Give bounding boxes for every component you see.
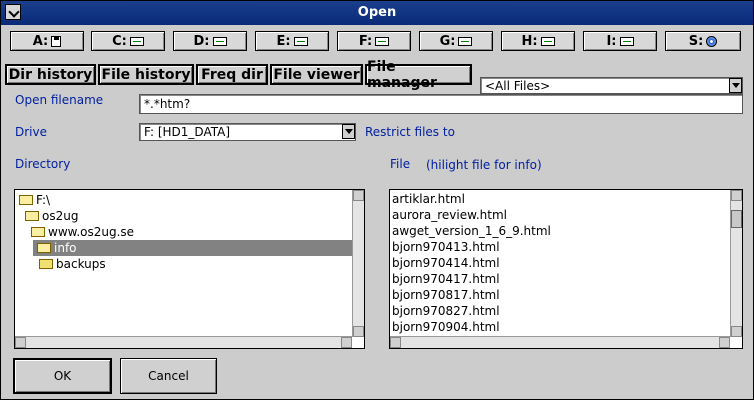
- scroll-right-icon[interactable]: [341, 337, 352, 348]
- list-item[interactable]: artiklar.html: [392, 192, 465, 208]
- tab-label: File viewer: [273, 66, 360, 83]
- scroll-right-icon[interactable]: [719, 337, 730, 348]
- directory-horizontal-scrollbar[interactable]: [15, 336, 352, 348]
- cdrom-icon: [706, 35, 718, 47]
- harddisk-icon: [540, 36, 555, 46]
- drive-dropdown[interactable]: F: [HD1_DATA]: [139, 123, 356, 141]
- list-item[interactable]: bjorn970817.html: [392, 288, 500, 304]
- file-filter-dropdown[interactable]: <All Files>: [480, 77, 743, 94]
- directory-list[interactable]: F:\ os2ug www.os2ug.se info backups: [14, 189, 365, 349]
- cancel-label: Cancel: [148, 369, 189, 383]
- drive-letter: C:: [112, 33, 127, 49]
- scroll-down-icon[interactable]: [353, 326, 364, 337]
- directory-item-root[interactable]: F:\: [19, 192, 353, 208]
- harddisk-icon: [293, 36, 308, 46]
- directory-item-www-os2ug-se[interactable]: www.os2ug.se: [31, 224, 353, 240]
- directory-item-os2ug[interactable]: os2ug: [25, 208, 353, 224]
- directory-item-label: backups: [56, 257, 106, 271]
- drive-value: F: [HD1_DATA]: [144, 125, 231, 139]
- open-folder-icon: [19, 195, 33, 205]
- open-folder-icon: [37, 243, 51, 253]
- restrict-files-label: Restrict files to: [365, 125, 455, 139]
- scroll-up-icon[interactable]: [353, 190, 364, 201]
- drive-label: Drive: [15, 125, 47, 139]
- scroll-thumb[interactable]: [731, 210, 742, 228]
- directory-item-backups[interactable]: backups: [39, 256, 353, 272]
- directory-item-label: info: [54, 241, 77, 255]
- file-vertical-scrollbar[interactable]: [730, 190, 742, 337]
- open-filename-label: Open filename: [15, 93, 104, 107]
- directory-vertical-scrollbar[interactable]: [352, 190, 364, 337]
- drive-button-d[interactable]: D:: [173, 31, 247, 51]
- tab-file-history[interactable]: File history: [98, 64, 194, 85]
- open-folder-icon: [25, 211, 39, 221]
- floppy-icon: [51, 35, 62, 47]
- drive-dropdown-arrow-icon[interactable]: [342, 124, 355, 139]
- ok-label: OK: [53, 369, 72, 383]
- list-item[interactable]: aurora_review.html: [392, 208, 507, 224]
- scroll-left-icon[interactable]: [15, 337, 26, 348]
- drive-button-h[interactable]: H:: [501, 31, 575, 51]
- scroll-down-icon[interactable]: [731, 326, 742, 337]
- harddisk-icon: [129, 36, 144, 46]
- drive-letter: F:: [358, 33, 373, 49]
- drive-button-s[interactable]: S:: [665, 31, 741, 51]
- directory-item-label: www.os2ug.se: [48, 225, 135, 239]
- file-horizontal-scrollbar[interactable]: [390, 336, 730, 348]
- folder-icon: [39, 259, 53, 269]
- list-item[interactable]: bjorn970414.html: [392, 256, 500, 272]
- cancel-button[interactable]: Cancel: [120, 358, 217, 394]
- harddisk-icon: [458, 36, 473, 46]
- drive-letter: E:: [276, 33, 291, 49]
- directory-item-info[interactable]: info: [33, 240, 364, 256]
- harddisk-icon: [619, 36, 634, 46]
- drive-button-e[interactable]: E:: [255, 31, 329, 51]
- drive-button-a[interactable]: A:: [10, 31, 84, 51]
- open-dialog: Open A: C: D: E: F: G: H: I: S: Dir hist…: [0, 0, 754, 400]
- list-item[interactable]: bjorn970413.html: [392, 240, 500, 256]
- list-item[interactable]: bjorn970904.html: [392, 320, 500, 336]
- directory-item-label: F:\: [36, 193, 51, 207]
- list-item[interactable]: awget_version_1_6_9.html: [392, 224, 551, 240]
- scroll-up-icon[interactable]: [731, 190, 742, 201]
- scroll-left-icon[interactable]: [390, 337, 401, 348]
- drive-letter: D:: [193, 33, 210, 49]
- tab-label: Freq dir: [201, 66, 263, 83]
- drive-letter: S:: [688, 33, 704, 49]
- directory-item-label: os2ug: [42, 209, 79, 223]
- file-hint-label: (hilight file for info): [426, 158, 542, 172]
- tab-file-manager[interactable]: File manager: [365, 59, 472, 91]
- tab-label: File history: [101, 66, 191, 83]
- open-folder-icon: [31, 227, 45, 237]
- tab-file-viewer[interactable]: File viewer: [270, 64, 363, 85]
- open-filename-input[interactable]: *.*htm?: [139, 94, 743, 114]
- list-item[interactable]: bjorn970827.html: [392, 304, 500, 320]
- open-filename-value: *.*htm?: [144, 97, 191, 111]
- drive-letter: G:: [439, 33, 456, 49]
- drive-button-c[interactable]: C:: [91, 31, 165, 51]
- harddisk-icon: [375, 36, 390, 46]
- window-title: Open: [357, 5, 397, 20]
- ok-button[interactable]: OK: [13, 358, 112, 394]
- drive-letter: I:: [606, 33, 617, 49]
- directory-label: Directory: [15, 157, 71, 171]
- drive-button-f[interactable]: F:: [337, 31, 411, 51]
- drive-button-i[interactable]: I:: [583, 31, 657, 51]
- list-item[interactable]: bjorn970417.html: [392, 272, 500, 288]
- tab-label: Dir history: [8, 66, 93, 83]
- file-filter-arrow-icon[interactable]: [729, 78, 742, 93]
- file-filter-value: <All Files>: [485, 78, 551, 93]
- tab-label: File manager: [367, 58, 437, 91]
- drive-letter: A:: [32, 33, 49, 49]
- file-label: File: [390, 157, 411, 171]
- tab-freq-dir[interactable]: Freq dir: [196, 64, 268, 85]
- drive-letter: H:: [521, 33, 538, 49]
- title-bar: Open: [1, 1, 753, 25]
- file-list[interactable]: artiklar.html aurora_review.html awget_v…: [389, 189, 743, 349]
- harddisk-icon: [212, 36, 227, 46]
- drive-button-g[interactable]: G:: [419, 31, 493, 51]
- tab-dir-history[interactable]: Dir history: [5, 64, 96, 85]
